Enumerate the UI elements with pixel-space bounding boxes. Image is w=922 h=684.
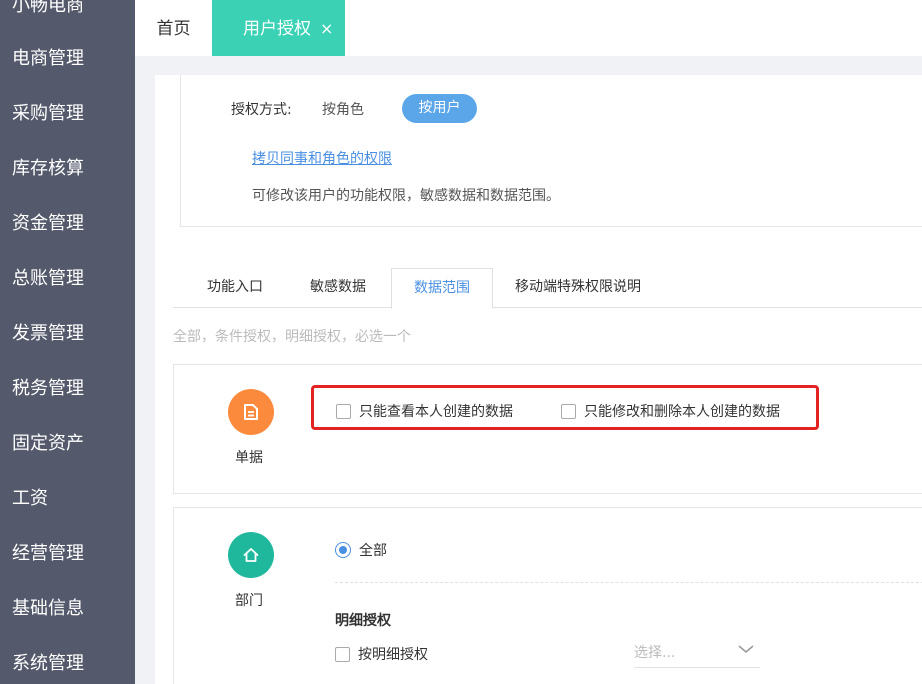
select-placeholder: 选择...	[634, 645, 676, 661]
tab-function-entry[interactable]: 功能入口	[207, 268, 263, 308]
sidebar-item-fixed-assets[interactable]: 固定资产	[12, 432, 84, 456]
department-label: 部门	[235, 593, 263, 609]
document-scope-card: 单据 只能查看本人创建的数据 只能修改和删除本人创建的数据	[173, 364, 922, 494]
sidebar-item-xiaochang-ecommerce[interactable]: 小畅电商	[12, 0, 84, 18]
main-panel: 授权方式: 按角色 按用户 拷贝同事和角色的权限 可修改该用户的功能权限，敏感数…	[155, 75, 922, 684]
top-tabbar: 首页 用户授权 ×	[135, 0, 922, 56]
sidebar-item-basic-info[interactable]: 基础信息	[12, 597, 84, 621]
auth-by-user-button[interactable]: 按用户	[402, 94, 477, 123]
sidebar: 小畅电商 电商管理 采购管理 库存核算 资金管理 总账管理 发票管理 税务管理 …	[0, 0, 135, 684]
by-detail-label: 按明细授权	[358, 647, 428, 663]
sidebar-item-system[interactable]: 系统管理	[12, 652, 84, 676]
sidebar-item-funds[interactable]: 资金管理	[12, 212, 84, 236]
sidebar-item-salary[interactable]: 工资	[12, 487, 48, 511]
copy-permissions-link[interactable]: 拷贝同事和角色的权限	[252, 148, 392, 168]
auth-by-role-option[interactable]: 按角色	[322, 99, 364, 119]
sidebar-item-tax[interactable]: 税务管理	[12, 377, 84, 401]
sidebar-item-invoice[interactable]: 发票管理	[12, 322, 84, 346]
sidebar-item-operations[interactable]: 经营管理	[12, 542, 84, 566]
edit-own-data-option[interactable]: 只能修改和删除本人创建的数据	[561, 401, 780, 421]
sidebar-item-purchase[interactable]: 采购管理	[12, 102, 84, 126]
view-own-data-option[interactable]: 只能查看本人创建的数据	[336, 401, 513, 421]
data-scope-hint: 全部，条件授权，明细授权，必选一个	[173, 329, 411, 345]
all-radio-label: 全部	[359, 543, 387, 559]
auth-description: 可修改该用户的功能权限，敏感数据和数据范围。	[252, 188, 560, 204]
by-detail-checkbox[interactable]	[335, 646, 350, 662]
document-icon	[228, 389, 274, 435]
highlight-box: 只能查看本人创建的数据 只能修改和删除本人创建的数据	[311, 385, 819, 430]
sidebar-item-ecommerce[interactable]: 电商管理	[12, 47, 84, 71]
detail-select[interactable]: 选择...	[634, 636, 760, 668]
tab-sensitive-data[interactable]: 敏感数据	[310, 268, 366, 308]
document-label: 单据	[235, 450, 263, 466]
auth-method-label: 授权方式:	[231, 102, 292, 118]
tab-mobile-permissions[interactable]: 移动端特殊权限说明	[515, 268, 641, 308]
detail-authorization-title: 明细授权	[335, 613, 391, 629]
tab-home[interactable]: 首页	[135, 0, 212, 56]
by-detail-option[interactable]: 按明细授权	[335, 644, 428, 664]
divider	[335, 582, 922, 583]
tab-data-scope[interactable]: 数据范围	[391, 268, 493, 309]
all-radio-option[interactable]: 全部	[335, 540, 387, 560]
view-own-data-checkbox[interactable]	[336, 403, 351, 419]
auth-method-box: 授权方式: 按角色 按用户 拷贝同事和角色的权限 可修改该用户的功能权限，敏感数…	[180, 75, 922, 227]
tab-user-authorization[interactable]: 用户授权 ×	[212, 0, 345, 56]
home-icon	[228, 532, 274, 578]
view-own-data-label: 只能查看本人创建的数据	[359, 404, 513, 420]
tab-user-authorization-label: 用户授权	[243, 19, 311, 39]
edit-own-data-label: 只能修改和删除本人创建的数据	[584, 404, 780, 420]
all-radio[interactable]	[335, 542, 351, 558]
sidebar-item-inventory[interactable]: 库存核算	[12, 157, 84, 181]
close-icon[interactable]: ×	[320, 0, 333, 58]
sidebar-item-ledger[interactable]: 总账管理	[12, 267, 84, 291]
permission-tabs: 功能入口 敏感数据 数据范围 移动端特殊权限说明	[173, 268, 922, 309]
department-scope-card: 部门 全部 明细授权 按明细授权 选择...	[173, 507, 922, 684]
chevron-down-icon[interactable]	[737, 640, 755, 659]
edit-own-data-checkbox[interactable]	[561, 403, 576, 419]
